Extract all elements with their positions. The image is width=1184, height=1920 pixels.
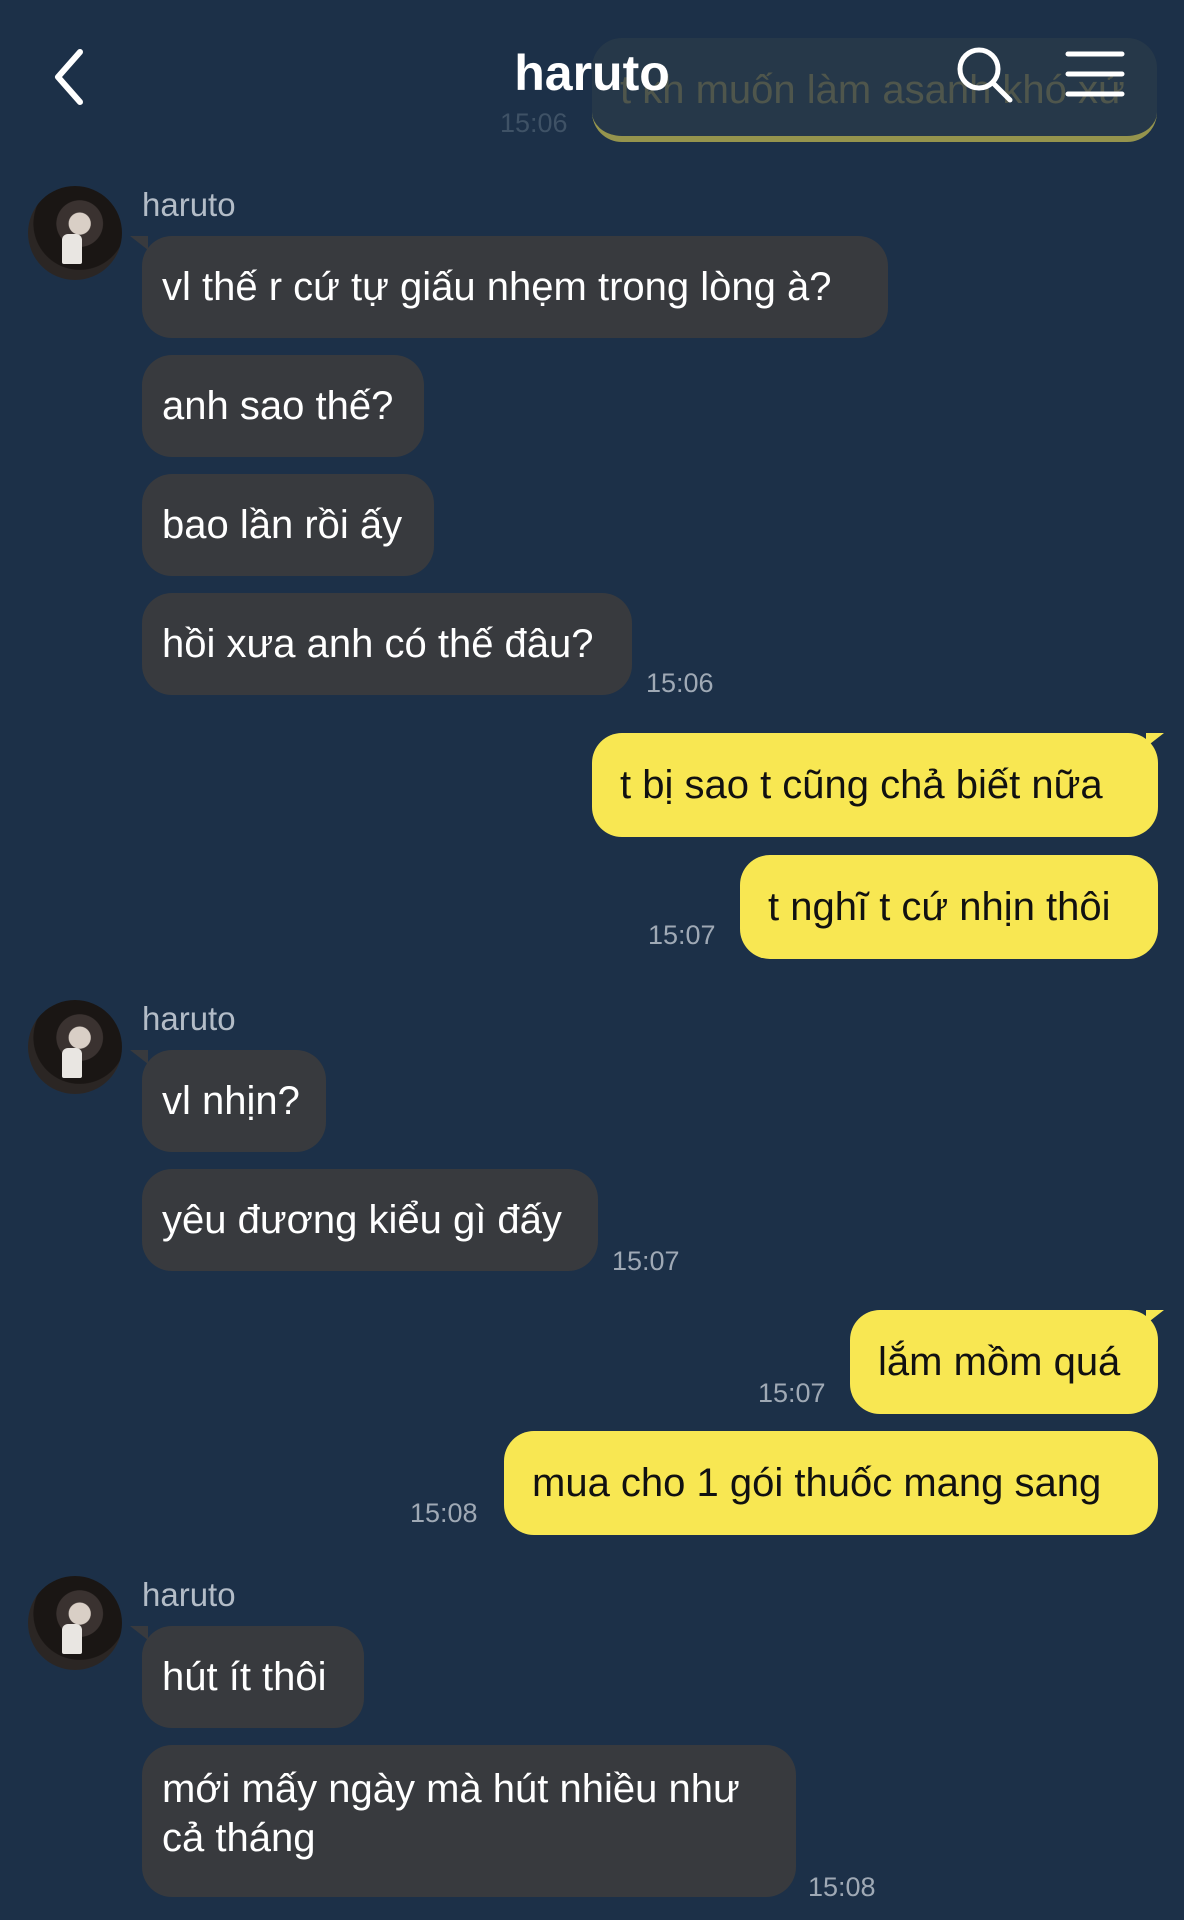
outgoing-bubble-tail xyxy=(1146,1310,1164,1324)
incoming-message[interactable]: mới mấy ngày mà hút nhiều như cả tháng xyxy=(142,1745,796,1897)
header-bar: haruto xyxy=(0,0,1184,150)
message-text: bao lần rồi ấy xyxy=(162,502,403,547)
back-button[interactable] xyxy=(40,40,100,110)
message-text: hồi xưa anh có thế đâu? xyxy=(162,621,594,666)
message-timestamp: 15:08 xyxy=(808,1872,876,1902)
message-text: hút ít thôi xyxy=(162,1654,327,1699)
message-text: anh sao thế? xyxy=(162,383,394,428)
message-text: vl thế r cứ tự giấu nhẹm trong lòng à? xyxy=(162,264,832,309)
sender-name: haruto xyxy=(142,186,236,223)
message-timestamp: 15:06 xyxy=(646,668,714,698)
incoming-message[interactable]: hút ít thôi xyxy=(142,1626,364,1728)
message-timestamp: 15:08 xyxy=(410,1498,478,1528)
incoming-bubble-tail xyxy=(130,1626,148,1640)
avatar[interactable] xyxy=(28,1000,122,1094)
avatar[interactable] xyxy=(28,186,122,280)
menu-button[interactable] xyxy=(1064,48,1126,100)
outgoing-message[interactable]: t bị sao t cũng chả biết nữa xyxy=(592,733,1158,837)
chevron-left-icon xyxy=(55,49,83,105)
search-button[interactable] xyxy=(952,42,1018,108)
message-text: mới mấy ngày mà hút nhiều như cả tháng xyxy=(162,1767,740,1860)
sender-name: haruto xyxy=(142,1000,236,1037)
incoming-message[interactable]: vl thế r cứ tự giấu nhẹm trong lòng à? xyxy=(142,236,888,338)
message-timestamp: 15:07 xyxy=(612,1246,680,1276)
chat-title[interactable]: haruto xyxy=(420,44,764,102)
message-text: vl nhịn? xyxy=(162,1078,300,1123)
outgoing-bubble-tail xyxy=(1146,733,1164,747)
search-icon xyxy=(957,47,1013,103)
avatar[interactable] xyxy=(28,1576,122,1670)
incoming-message[interactable]: anh sao thế? xyxy=(142,355,424,457)
incoming-bubble-tail xyxy=(130,236,148,250)
menu-icon xyxy=(1065,51,1125,97)
incoming-message[interactable]: vl nhịn? xyxy=(142,1050,326,1152)
message-timestamp: 15:07 xyxy=(758,1378,826,1408)
message-text: t bị sao t cũng chả biết nữa xyxy=(620,762,1103,807)
sender-name: haruto xyxy=(142,1576,236,1613)
incoming-message[interactable]: hồi xưa anh có thế đâu? xyxy=(142,593,632,695)
message-timestamp: 15:07 xyxy=(648,920,716,950)
incoming-message[interactable]: bao lần rồi ấy xyxy=(142,474,434,576)
outgoing-message[interactable]: mua cho 1 gói thuốc mang sang xyxy=(504,1431,1158,1535)
message-text: mua cho 1 gói thuốc mang sang xyxy=(532,1460,1102,1505)
outgoing-message[interactable]: lắm mồm quá xyxy=(850,1310,1158,1414)
incoming-message[interactable]: yêu đương kiểu gì đấy xyxy=(142,1169,598,1271)
incoming-bubble-tail xyxy=(130,1050,148,1064)
message-text: lắm mồm quá xyxy=(878,1339,1121,1384)
outgoing-message[interactable]: t nghĩ t cứ nhịn thôi xyxy=(740,855,1158,959)
message-text: t nghĩ t cứ nhịn thôi xyxy=(768,884,1111,929)
message-text: yêu đương kiểu gì đấy xyxy=(162,1197,562,1242)
